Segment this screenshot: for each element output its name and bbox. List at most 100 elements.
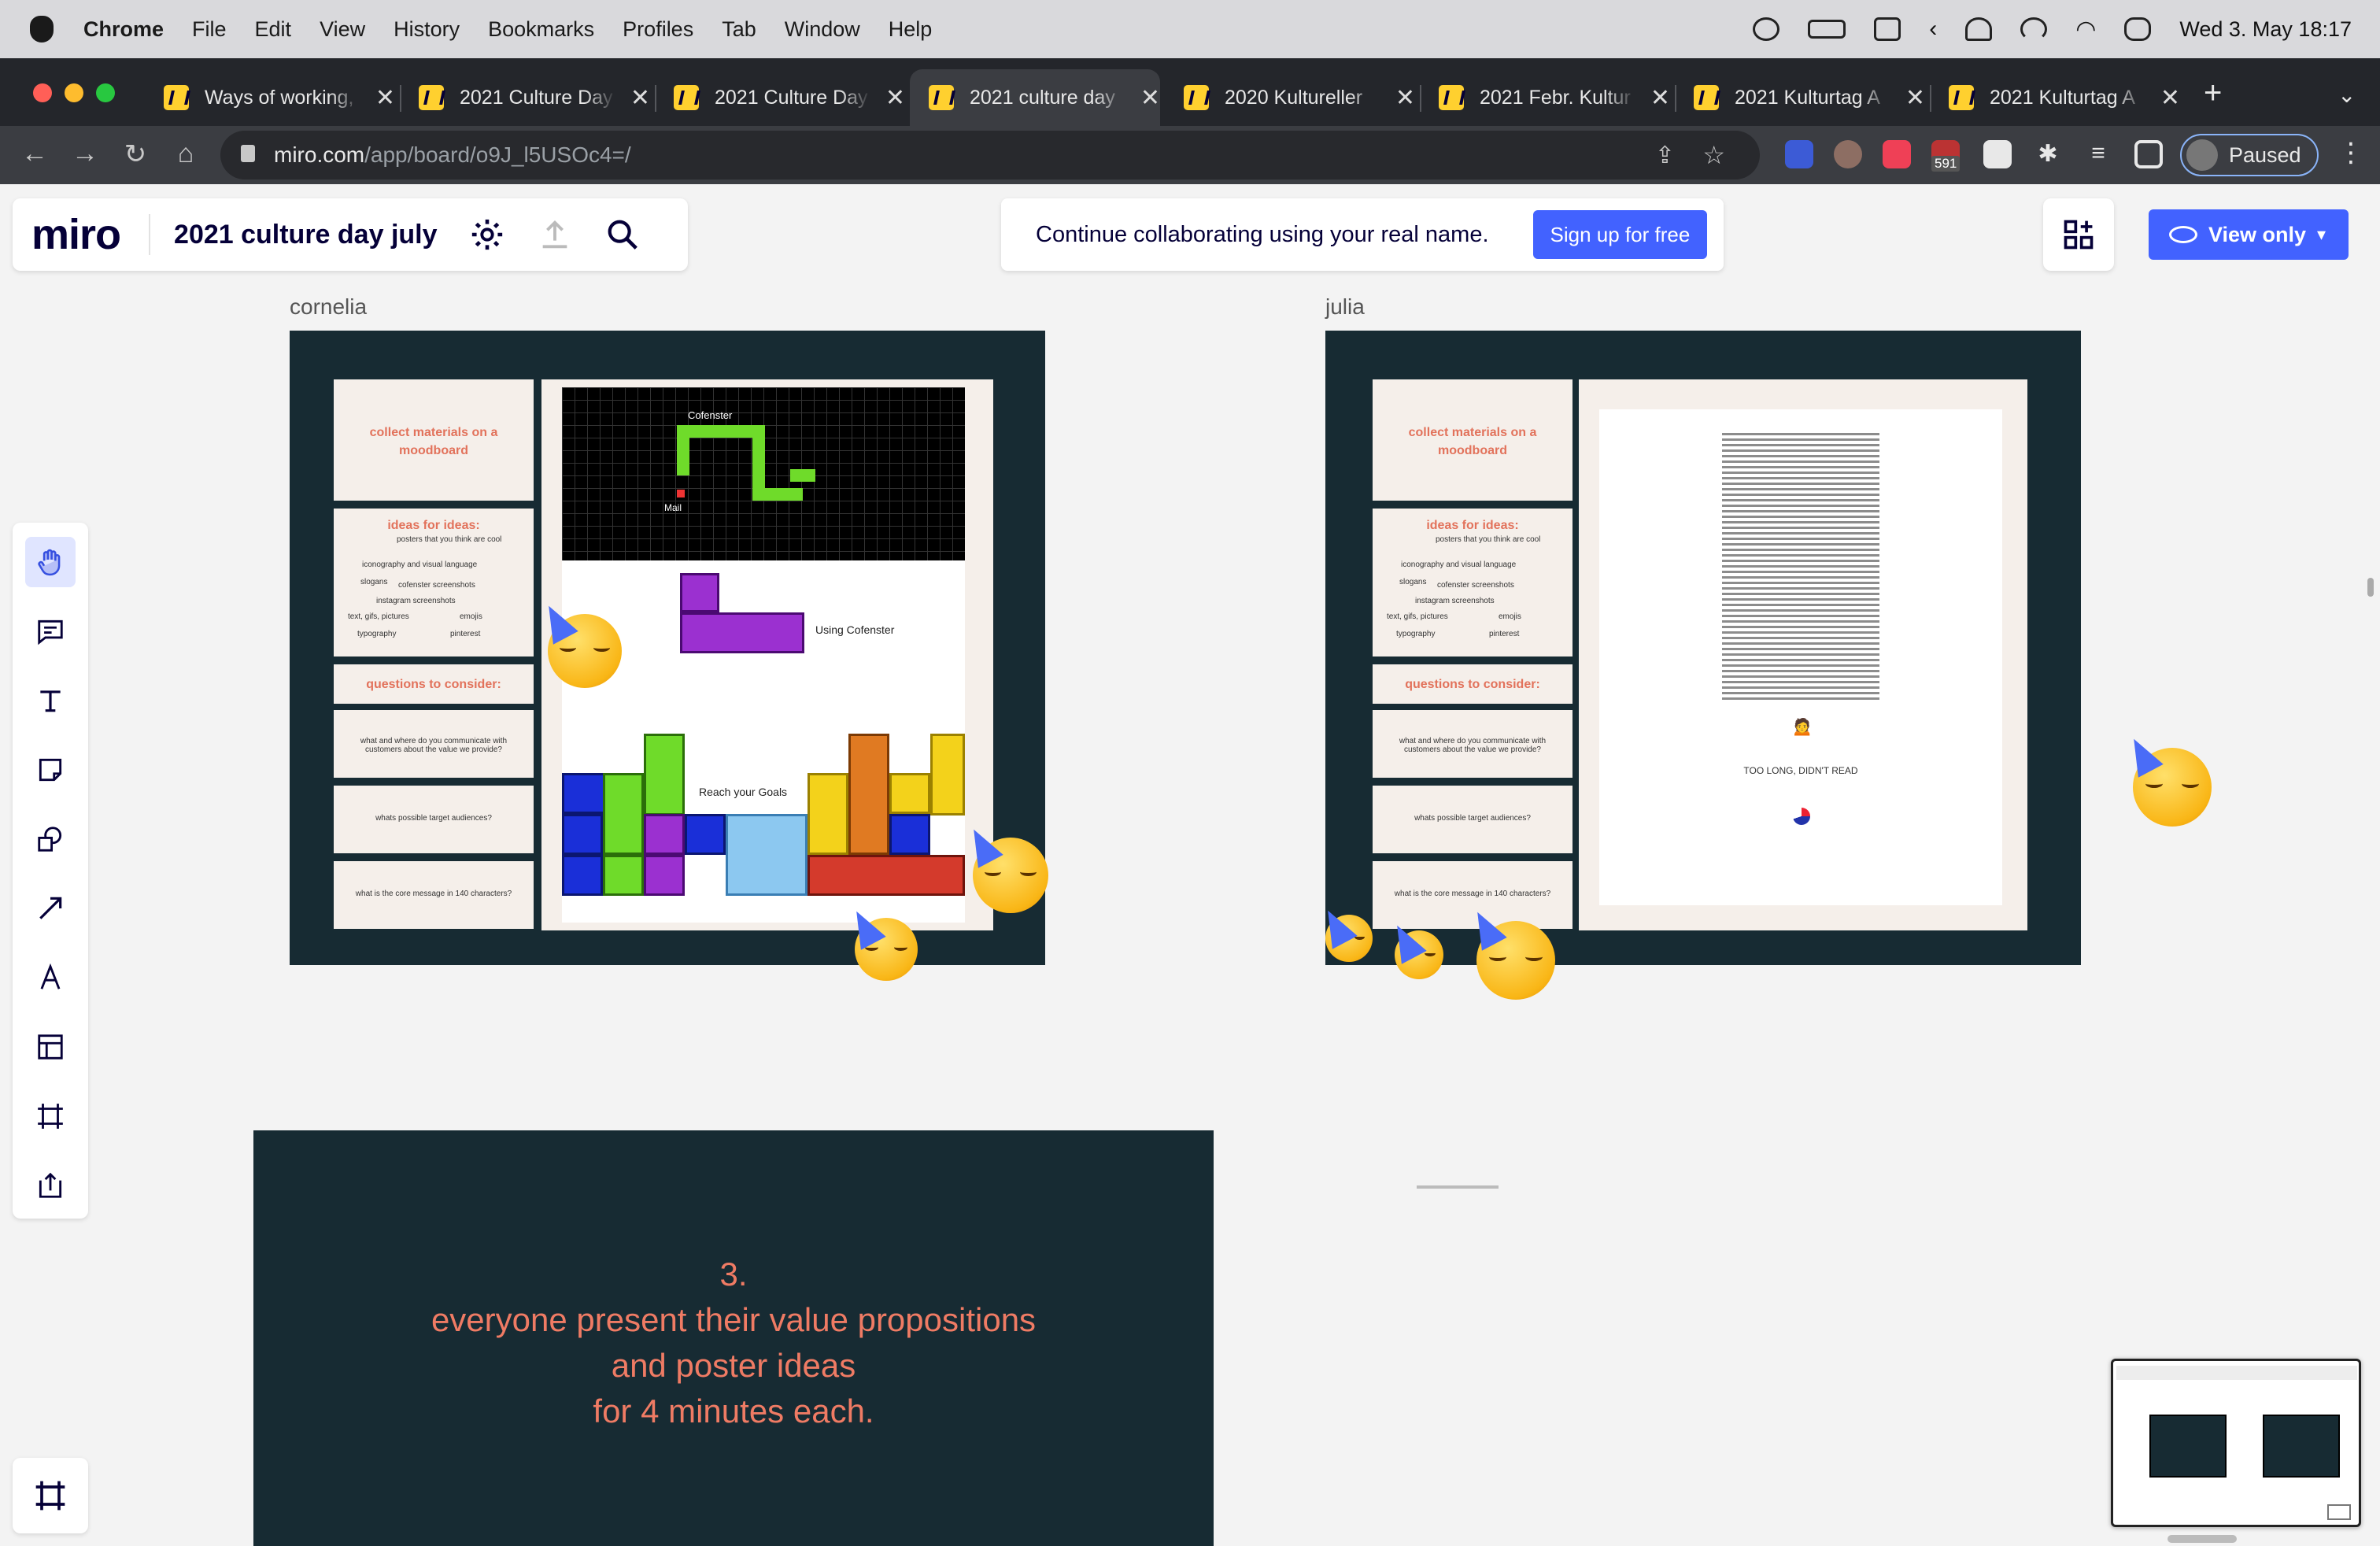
close-icon[interactable]: ✕ (1140, 84, 1160, 112)
frame-julia[interactable]: collect materials on a moodboard ideas f… (1325, 331, 2081, 965)
kebab-menu-icon[interactable]: ⋮ (2338, 137, 2364, 168)
extension-icon[interactable] (1834, 140, 1862, 168)
window-minimize-button[interactable] (65, 83, 83, 102)
vertical-scrollbar[interactable] (2367, 578, 2374, 597)
frame-label-julia[interactable]: julia (1325, 294, 1365, 320)
apps-button[interactable] (2043, 198, 2114, 271)
browser-tab-active[interactable]: 2021 culture day ✕ (910, 69, 1160, 126)
lock-icon[interactable] (241, 145, 255, 162)
settings-gear-icon[interactable] (469, 216, 505, 253)
menu-tab[interactable]: Tab (722, 17, 756, 42)
battery-icon[interactable] (1808, 20, 1846, 39)
frame-tool-icon[interactable] (25, 1091, 76, 1141)
card-questions-title[interactable]: questions to consider: (334, 664, 534, 704)
card-collect-materials[interactable]: collect materials on a moodboard (1373, 379, 1572, 501)
text-tool-icon[interactable] (25, 675, 76, 726)
sticky-note-tool-icon[interactable] (25, 745, 76, 795)
menu-profiles[interactable]: Profiles (623, 17, 693, 42)
minimap-toggle-icon[interactable] (2327, 1504, 2351, 1520)
browser-tab[interactable]: 2021 Kulturtag A ✕ (1675, 69, 1925, 126)
card-questions-title[interactable]: questions to consider: (1373, 664, 1572, 704)
menu-view[interactable]: View (320, 17, 365, 42)
tab-search-chevron-icon[interactable]: ⌄ (2338, 82, 2356, 108)
profile-paused-button[interactable]: Paused (2180, 134, 2319, 176)
pocket-extension-icon[interactable] (1883, 140, 1911, 168)
close-icon[interactable]: ✕ (630, 84, 650, 112)
horizontal-scrollbar[interactable] (2168, 1535, 2237, 1543)
upload-tool-icon[interactable] (25, 1160, 76, 1211)
card-ideas-for-ideas[interactable]: ideas for ideas: posters that you think … (334, 509, 534, 656)
browser-tab[interactable]: 2021 Culture Day ✕ (400, 69, 650, 126)
close-icon[interactable]: ✕ (1395, 84, 1415, 112)
card-question[interactable]: what is the core message in 140 characte… (334, 861, 534, 929)
card-question[interactable]: whats possible target audiences? (334, 786, 534, 853)
vpn-icon[interactable] (2020, 17, 2048, 41)
tetris-block (680, 612, 804, 653)
menu-bar-clock[interactable]: Wed 3. May 18:17 (2179, 17, 2352, 42)
apple-icon[interactable] (30, 16, 54, 43)
menu-bookmarks[interactable]: Bookmarks (488, 17, 594, 42)
arrow-line-tool-icon[interactable] (25, 883, 76, 934)
bitwarden-extension-icon[interactable] (1785, 140, 1813, 168)
menu-window[interactable]: Window (785, 17, 860, 42)
menu-history[interactable]: History (394, 17, 460, 42)
extension-icon[interactable] (1983, 140, 2012, 168)
sign-up-button[interactable]: Sign up for free (1532, 210, 1708, 259)
home-icon[interactable]: ⌂ (168, 139, 203, 169)
puzzle-extensions-icon[interactable]: ✱ (2034, 140, 2062, 168)
miro-logo[interactable]: miro (31, 210, 121, 259)
export-upload-icon[interactable] (537, 216, 573, 253)
templates-tool-icon[interactable] (25, 1022, 76, 1072)
reload-icon[interactable]: ↻ (118, 139, 153, 170)
wifi-icon[interactable]: ◠ (2075, 16, 2096, 43)
frame-slide-3[interactable]: 3. everyone present their value proposit… (253, 1130, 1214, 1546)
card-question[interactable]: whats possible target audiences? (1373, 786, 1572, 853)
close-icon[interactable]: ✕ (1905, 84, 1925, 112)
board-name[interactable]: 2021 culture day july (149, 214, 438, 255)
close-icon[interactable]: ✕ (375, 84, 395, 112)
share-icon[interactable]: ⇪ (1655, 142, 1675, 169)
view-only-button[interactable]: View only ▾ (2149, 209, 2349, 260)
card-question[interactable]: what and where do you communicate with c… (1373, 710, 1572, 778)
bookmark-star-icon[interactable]: ☆ (1702, 140, 1725, 170)
frame-cornelia[interactable]: collect materials on a moodboard ideas f… (290, 331, 1045, 965)
search-icon[interactable] (604, 216, 641, 253)
back-arrow-icon[interactable]: ← (17, 139, 52, 169)
window-close-button[interactable] (33, 83, 52, 102)
chevron-left-icon[interactable]: ‹ (1929, 16, 1937, 43)
side-panel-icon[interactable] (2134, 140, 2163, 168)
forward-arrow-icon[interactable]: → (68, 139, 102, 169)
browser-tab[interactable]: 2021 Febr. Kultur ✕ (1420, 69, 1670, 126)
menu-edit[interactable]: Edit (255, 17, 292, 42)
comment-tool-icon[interactable] (25, 606, 76, 656)
airpods-icon[interactable] (1965, 17, 1993, 41)
browser-tab[interactable]: 2021 Culture Day ✕ (655, 69, 905, 126)
card-ideas-for-ideas[interactable]: ideas for ideas: posters that you think … (1373, 509, 1572, 656)
pen-tool-icon[interactable] (25, 952, 76, 1003)
close-icon[interactable]: ✕ (885, 84, 905, 112)
control-center-icon[interactable] (2124, 17, 2152, 41)
frames-panel-button[interactable] (13, 1458, 88, 1533)
close-icon[interactable]: ✕ (2160, 84, 2180, 112)
browser-tab[interactable]: 2020 Kultureller ✕ (1165, 69, 1415, 126)
menu-file[interactable]: File (192, 17, 227, 42)
reading-list-icon[interactable]: ≡ (2084, 140, 2112, 168)
browser-tab[interactable]: Ways of working, ✕ (145, 69, 395, 126)
address-bar[interactable]: miro.com/app/board/o9J_l5USOc4=/ ⇪ ☆ (220, 131, 1760, 179)
card-question[interactable]: what and where do you communicate with c… (334, 710, 534, 778)
menu-help[interactable]: Help (889, 17, 933, 42)
close-icon[interactable]: ✕ (1650, 84, 1670, 112)
time-machine-icon[interactable] (1753, 17, 1780, 41)
hand-tool-icon[interactable] (25, 537, 76, 587)
board-minimap[interactable] (2111, 1359, 2361, 1527)
poster-tldr[interactable]: 🙍 TOO LONG, DIDN'T READ (1579, 379, 2027, 930)
frame-label-cornelia[interactable]: cornelia (290, 294, 367, 320)
browser-tab[interactable]: 2021 Kulturtag A ✕ (1930, 69, 2180, 126)
new-tab-plus-icon[interactable]: + (2204, 76, 2222, 111)
shapes-tool-icon[interactable] (25, 814, 76, 864)
menu-app-name[interactable]: Chrome (83, 17, 164, 42)
tetris-block (562, 814, 603, 855)
card-collect-materials[interactable]: collect materials on a moodboard (334, 379, 534, 501)
window-zoom-button[interactable] (96, 83, 115, 102)
display-icon[interactable] (1874, 17, 1901, 41)
